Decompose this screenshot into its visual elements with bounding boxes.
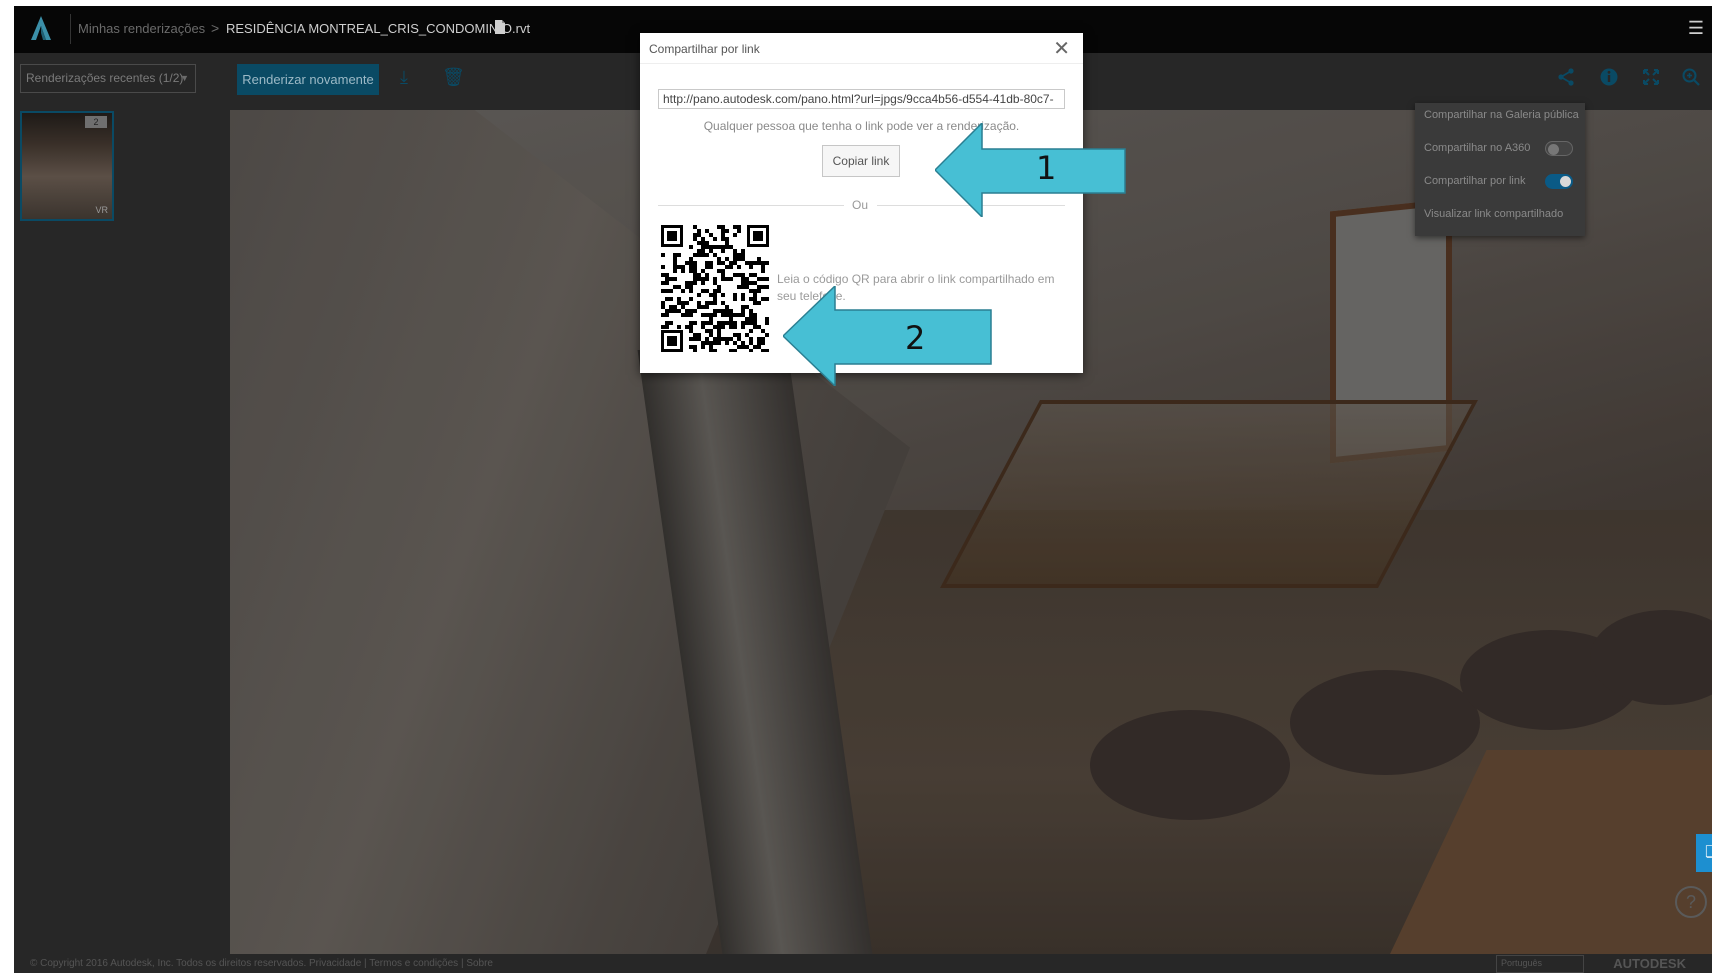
breadcrumb-my-renders[interactable]: Minhas renderizações [78, 21, 205, 36]
help-button[interactable]: ? [1675, 886, 1707, 918]
share-a360-toggle[interactable] [1545, 141, 1573, 156]
thumbnail-type-label: VR [95, 205, 108, 215]
share-by-link-item[interactable]: Compartilhar por link [1424, 175, 1525, 187]
feedback-icon: ❏ [1705, 842, 1712, 862]
info-icon[interactable] [1599, 67, 1619, 87]
dialog-header-divider [640, 63, 1083, 64]
close-icon[interactable]: ✕ [1053, 39, 1070, 59]
recent-renders-label: Renderizações recentes (1/2) [26, 71, 184, 85]
footer: © Copyright 2016 Autodesk, Inc. Todos os… [14, 954, 1712, 973]
share-a360-item[interactable]: Compartilhar no A360 [1424, 142, 1530, 154]
chevron-down-icon: ▼ [180, 73, 189, 83]
annotation-arrow-2 [783, 286, 992, 386]
footer-copyright[interactable]: © Copyright 2016 Autodesk, Inc. Todos os… [30, 958, 493, 969]
thumbnail-count-badge: 2 [85, 116, 107, 128]
render-thumbnail[interactable]: 2 VR [20, 111, 114, 221]
share-public-gallery-item[interactable]: Compartilhar na Galeria pública [1424, 109, 1579, 121]
share-menu: Compartilhar na Galeria pública Comparti… [1415, 103, 1585, 236]
thumbnail-panel: 2 VR [14, 110, 230, 973]
zoom-icon[interactable] [1681, 67, 1701, 87]
document-icon [495, 20, 505, 34]
render-again-button[interactable]: Renderizar novamente [237, 64, 379, 95]
share-by-link-toggle[interactable] [1545, 174, 1573, 189]
breadcrumb-file-name: RESIDÊNCIA MONTREAL_CRIS_CONDOMINIO.rvt [226, 21, 531, 36]
or-label: Ou [852, 198, 869, 212]
fullscreen-icon[interactable] [1641, 67, 1661, 87]
hamburger-icon[interactable]: ☰ [1688, 18, 1704, 39]
autodesk-logo-icon[interactable] [29, 14, 53, 42]
trash-icon[interactable]: 🗑 [442, 67, 465, 88]
or-divider-left [658, 205, 844, 206]
dialog-title: Compartilhar por link [649, 42, 760, 56]
view-shared-link-item[interactable]: Visualizar link compartilhado [1424, 208, 1563, 220]
share-link-input[interactable] [658, 89, 1065, 109]
copy-link-button[interactable]: Copiar link [822, 145, 900, 177]
breadcrumb-separator: > [211, 20, 220, 36]
language-select[interactable]: Português [1496, 955, 1584, 973]
annotation-label-1: 1 [1036, 149, 1057, 187]
annotation-label-2: 2 [905, 319, 926, 357]
annotation-arrow-1 [935, 123, 1126, 217]
qr-code[interactable] [661, 225, 769, 352]
recent-renders-select[interactable]: Renderizações recentes (1/2) ▼ [20, 64, 196, 93]
download-icon[interactable]: ⤓ [400, 67, 408, 88]
share-icon[interactable] [1556, 67, 1576, 87]
footer-brand: AUTODESK [1613, 956, 1686, 971]
top-bar-divider [70, 14, 71, 44]
feedback-tab[interactable]: ❏ [1696, 834, 1712, 872]
toggle-knob [1560, 176, 1571, 187]
toggle-knob [1548, 144, 1559, 155]
